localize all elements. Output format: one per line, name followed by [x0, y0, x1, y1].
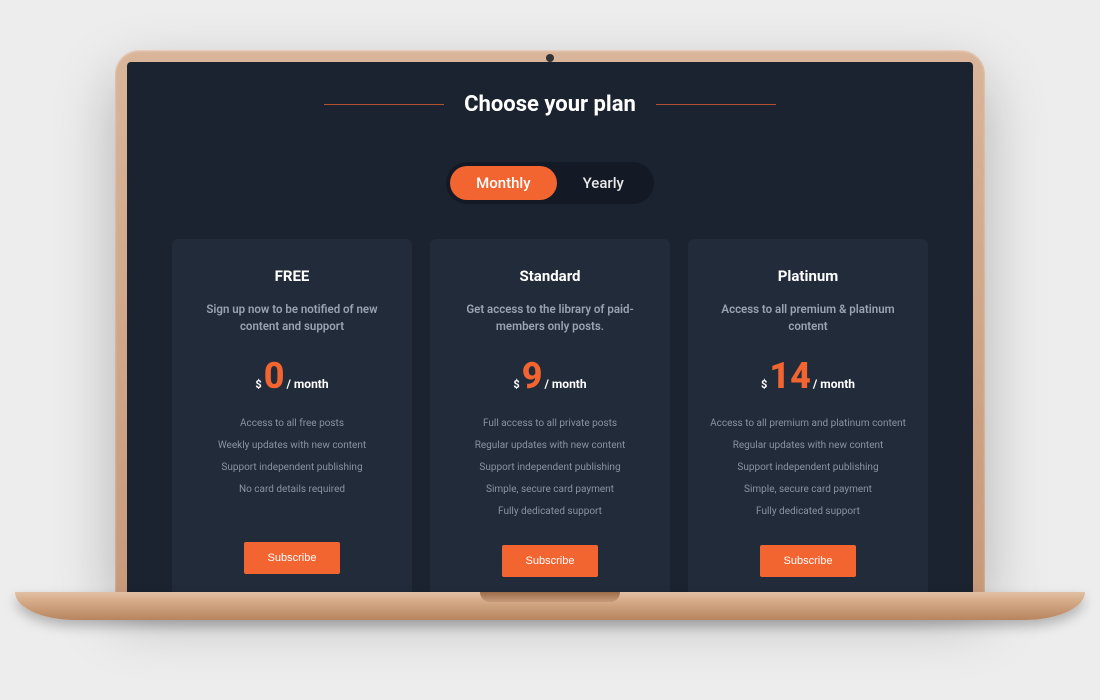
feature-list: Access to all free posts Weekly updates …	[190, 416, 394, 516]
price-amount: 0	[264, 358, 285, 394]
price-row: $ 9 / month	[448, 358, 652, 394]
feature-item: Weekly updates with new content	[190, 438, 394, 453]
title-divider-right	[656, 104, 776, 105]
feature-item: Fully dedicated support	[448, 504, 652, 519]
price-amount: 14	[769, 358, 811, 394]
currency-symbol: $	[255, 378, 261, 391]
feature-item: Support independent publishing	[448, 460, 652, 475]
laptop-hinge-notch	[480, 592, 620, 602]
toggle-monthly[interactable]: Monthly	[450, 166, 556, 200]
toggle-track: Monthly Yearly	[446, 162, 654, 204]
feature-item: Regular updates with new content	[448, 438, 652, 453]
feature-item: Access to all premium and platinum conte…	[706, 416, 910, 431]
feature-item: Simple, secure card payment	[706, 482, 910, 497]
feature-item: Access to all free posts	[190, 416, 394, 431]
feature-item: Simple, secure card payment	[448, 482, 652, 497]
plan-name: Platinum	[706, 267, 910, 285]
price-row: $ 14 / month	[706, 358, 910, 394]
title-row: Choose your plan	[167, 92, 933, 117]
laptop-mockup: Choose your plan Monthly Yearly FREE Sig…	[115, 50, 985, 620]
price-period: / month	[813, 377, 855, 391]
feature-item: Support independent publishing	[706, 460, 910, 475]
currency-symbol: $	[513, 378, 519, 391]
plan-description: Get access to the library of paid-member…	[448, 301, 652, 336]
subscribe-button[interactable]: Subscribe	[244, 542, 341, 574]
feature-item: Fully dedicated support	[706, 504, 910, 519]
price-period: / month	[286, 377, 328, 391]
price-amount: 9	[522, 358, 543, 394]
feature-item: Support independent publishing	[190, 460, 394, 475]
subscribe-button[interactable]: Subscribe	[760, 545, 857, 577]
laptop-base	[15, 592, 1085, 620]
laptop-camera	[546, 54, 554, 62]
plan-card-free: FREE Sign up now to be notified of new c…	[172, 239, 412, 592]
feature-item: Regular updates with new content	[706, 438, 910, 453]
laptop-bezel: Choose your plan Monthly Yearly FREE Sig…	[115, 50, 985, 592]
app-screen: Choose your plan Monthly Yearly FREE Sig…	[127, 62, 973, 592]
feature-item: Full access to all private posts	[448, 416, 652, 431]
price-row: $ 0 / month	[190, 358, 394, 394]
page-title: Choose your plan	[464, 92, 636, 117]
plan-name: Standard	[448, 267, 652, 285]
subscribe-button[interactable]: Subscribe	[502, 545, 599, 577]
currency-symbol: $	[761, 378, 767, 391]
feature-list: Access to all premium and platinum conte…	[706, 416, 910, 519]
feature-item: No card details required	[190, 482, 394, 497]
billing-toggle: Monthly Yearly	[167, 162, 933, 204]
price-period: / month	[544, 377, 586, 391]
plan-name: FREE	[190, 267, 394, 285]
feature-list: Full access to all private posts Regular…	[448, 416, 652, 519]
plan-description: Access to all premium & platinum content	[706, 301, 910, 336]
plans-row: FREE Sign up now to be notified of new c…	[167, 239, 933, 592]
plan-card-platinum: Platinum Access to all premium & platinu…	[688, 239, 928, 592]
plan-card-standard: Standard Get access to the library of pa…	[430, 239, 670, 592]
plan-description: Sign up now to be notified of new conten…	[190, 301, 394, 336]
toggle-yearly[interactable]: Yearly	[557, 166, 650, 200]
title-divider-left	[324, 104, 444, 105]
